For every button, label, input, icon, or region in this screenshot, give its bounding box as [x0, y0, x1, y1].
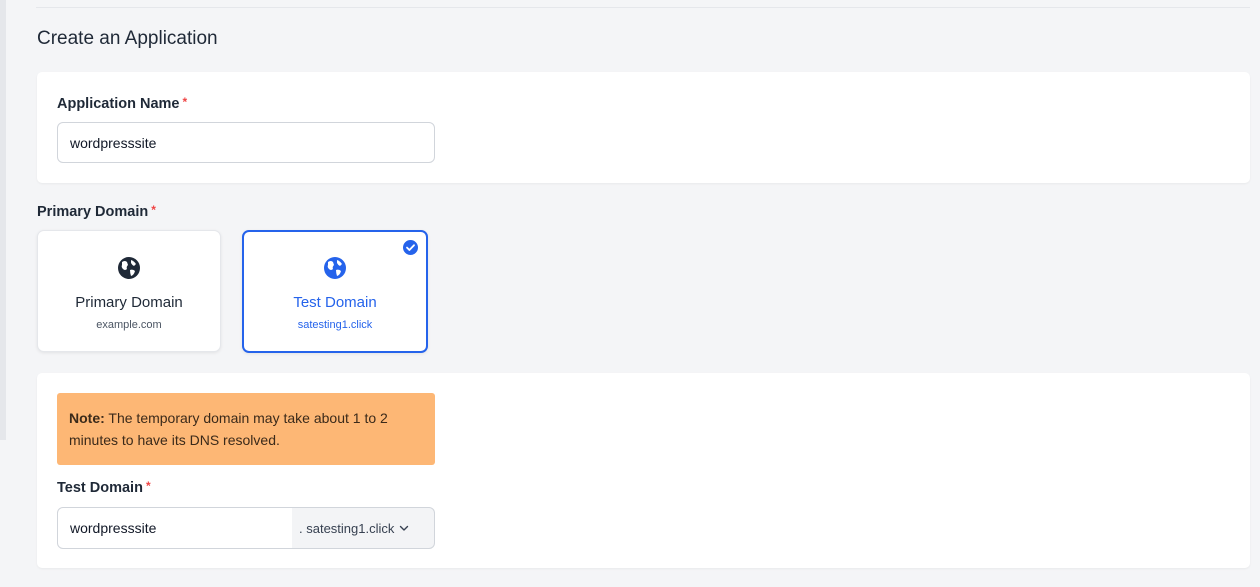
globe-icon: [118, 257, 140, 279]
primary-domain-option[interactable]: Primary Domain example.com: [37, 230, 221, 352]
application-name-input[interactable]: [57, 122, 435, 163]
domain-suffix-select[interactable]: . satesting1.click: [292, 507, 435, 549]
check-icon: [403, 240, 418, 255]
required-marker: *: [182, 95, 188, 109]
note-text: The temporary domain may take about 1 to…: [69, 410, 388, 448]
left-rail: [0, 0, 6, 440]
primary-domain-option-subtitle: example.com: [96, 319, 162, 331]
required-marker: *: [151, 203, 156, 217]
required-marker: *: [145, 479, 151, 493]
test-domain-label: Test Domain *: [57, 479, 151, 496]
primary-domain-option-title: Primary Domain: [75, 294, 183, 311]
primary-domain-label-text: Primary Domain: [37, 204, 149, 220]
test-domain-input[interactable]: [57, 507, 293, 549]
globe-icon: [324, 257, 346, 279]
dns-note: Note: The temporary domain may take abou…: [57, 393, 435, 465]
application-name-label: Application Name *: [57, 95, 187, 112]
application-name-label-text: Application Name: [57, 96, 180, 112]
top-divider: [36, 7, 1250, 8]
test-domain-option-title: Test Domain: [293, 294, 377, 311]
test-domain-option[interactable]: Test Domain satesting1.click: [242, 230, 428, 353]
chevron-down-icon: [400, 525, 409, 531]
page-title: Create an Application: [37, 28, 218, 49]
domain-suffix-value: . satesting1.click: [299, 520, 395, 536]
primary-domain-label: Primary Domain *: [37, 203, 156, 220]
test-domain-option-subtitle: satesting1.click: [297, 319, 373, 331]
note-prefix: Note:: [69, 410, 105, 426]
test-domain-label-text: Test Domain: [57, 480, 143, 496]
